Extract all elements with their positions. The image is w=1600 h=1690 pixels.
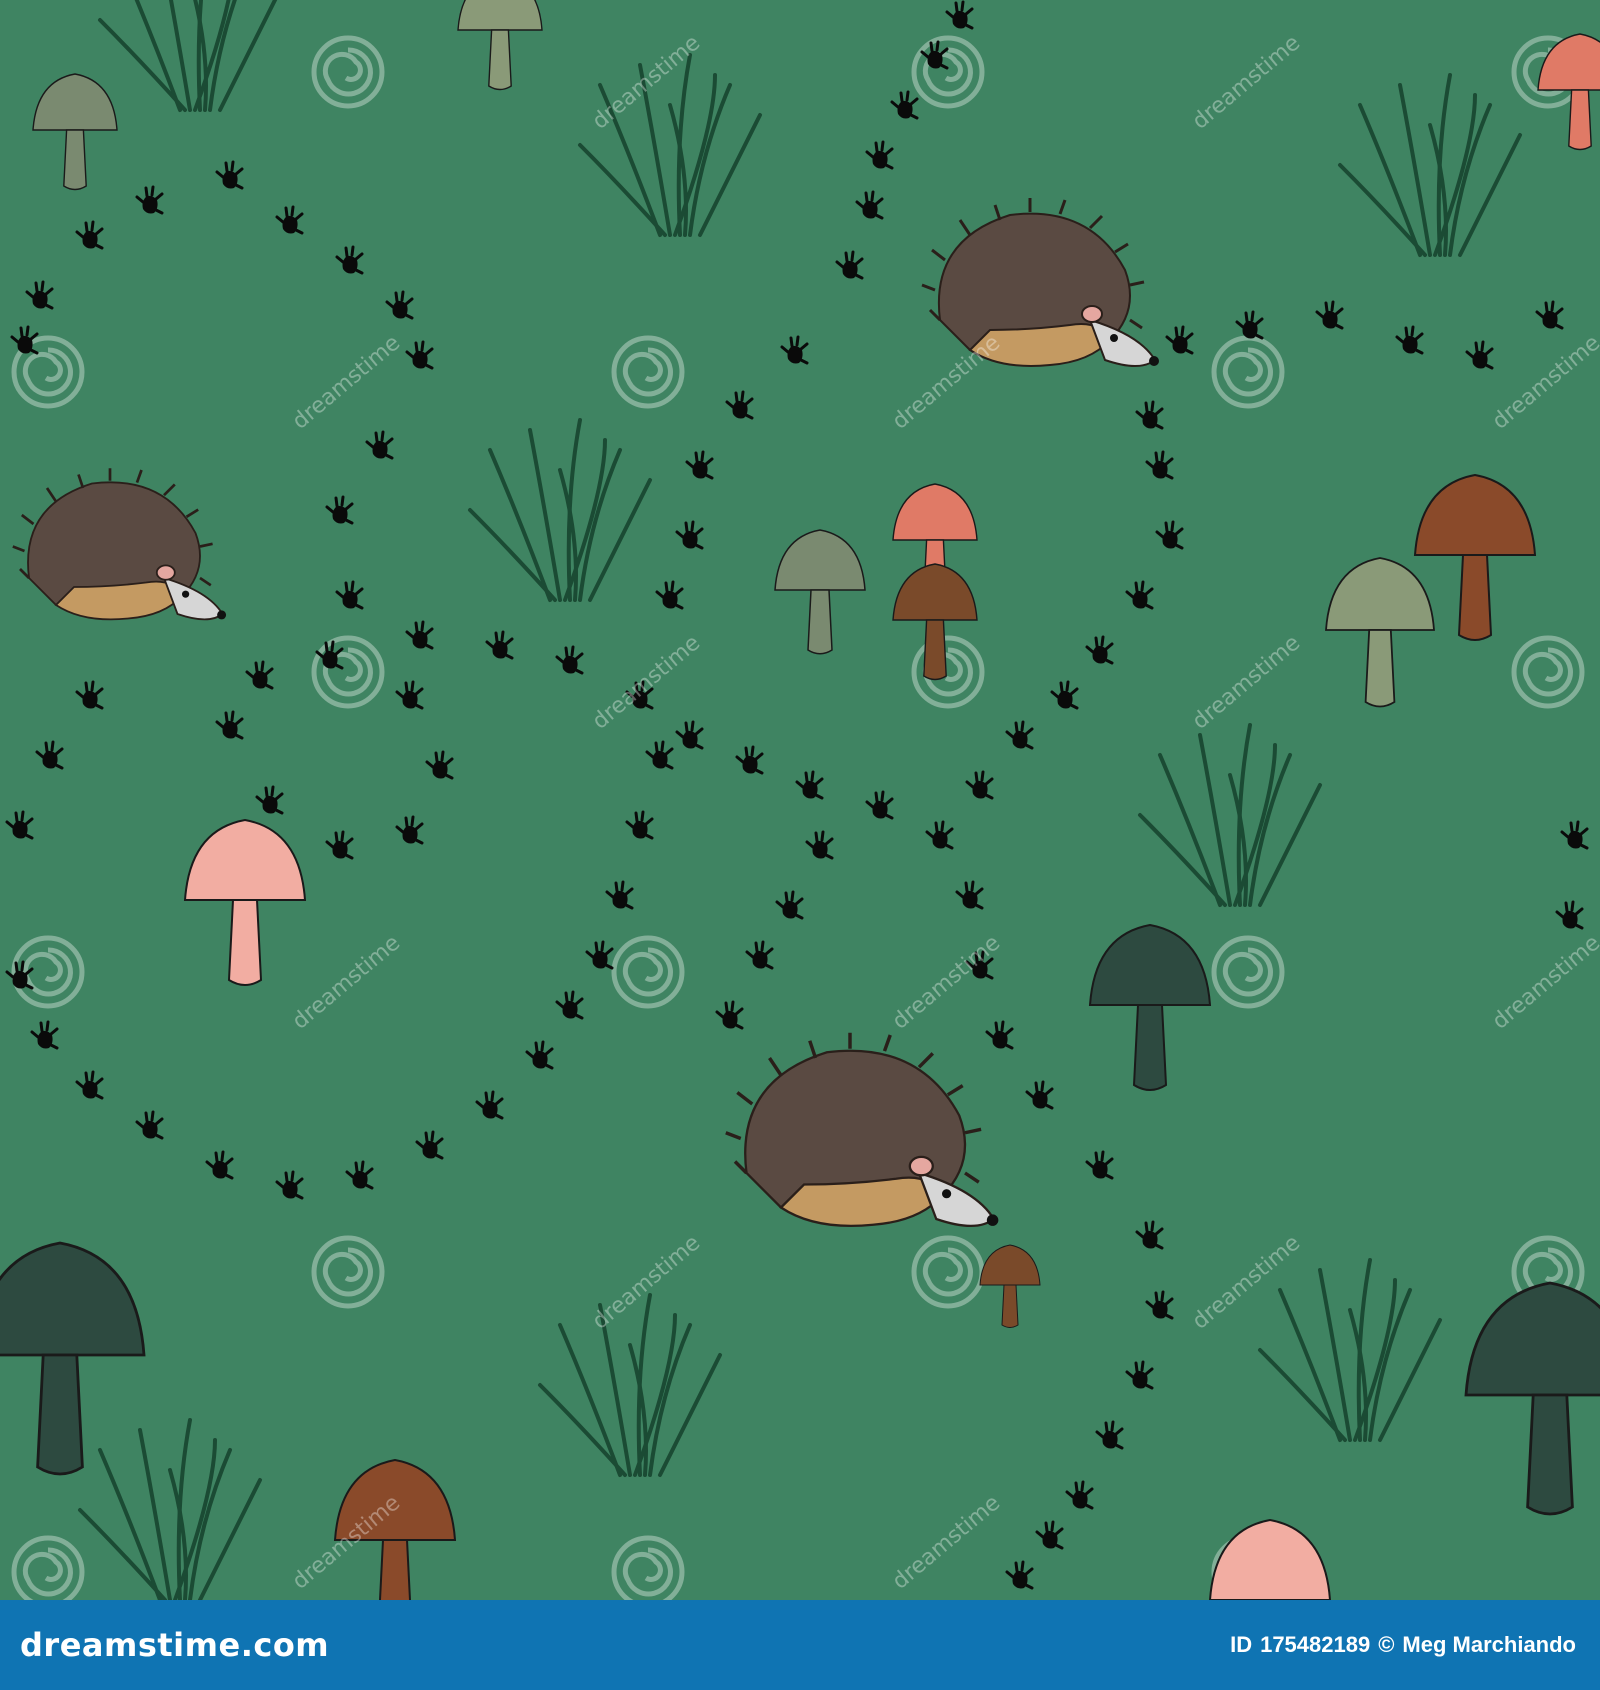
svg-text:dreamstime: dreamstime — [1188, 31, 1305, 135]
svg-text:dreamstime: dreamstime — [888, 331, 1005, 435]
watermark-text-layer: dreamstime dreamstime dreamstime dreamst… — [288, 31, 1600, 1595]
author-name[interactable]: Meg Marchiando — [1402, 1632, 1576, 1658]
dreamstime-swirl-icon-grid — [14, 38, 1582, 1600]
footprint-icon-trail — [5, 0, 1589, 1590]
svg-text:dreamstime: dreamstime — [888, 1491, 1005, 1595]
dreamstime-logo-text[interactable]: dreamstime.com — [20, 1626, 329, 1664]
grass-tuft-icon — [78, 0, 1522, 1600]
svg-text:dreamstime: dreamstime — [1488, 931, 1600, 1035]
id-label: ID — [1230, 1632, 1253, 1657]
svg-text:dreamstime: dreamstime — [1488, 331, 1600, 435]
svg-text:dreamstime: dreamstime — [288, 931, 405, 1035]
hedgehog-pattern-illustration: dreamstime dreamstime dreamstime dreamst… — [0, 0, 1600, 1600]
attribution-bar: dreamstime.com ID 175482189 © Meg Marchi… — [0, 1600, 1600, 1690]
svg-text:dreamstime: dreamstime — [1188, 1231, 1305, 1335]
copyright-symbol: © — [1378, 1632, 1395, 1657]
svg-text:dreamstime: dreamstime — [1188, 631, 1305, 735]
image-id: 175482189 — [1260, 1632, 1371, 1657]
svg-text:dreamstime: dreamstime — [888, 931, 1005, 1035]
svg-text:dreamstime: dreamstime — [288, 331, 405, 435]
stock-image: dreamstime dreamstime dreamstime dreamst… — [0, 0, 1600, 1690]
svg-text:dreamstime: dreamstime — [588, 631, 705, 735]
image-credit: ID 175482189 © Meg Marchiando — [1230, 1632, 1576, 1658]
